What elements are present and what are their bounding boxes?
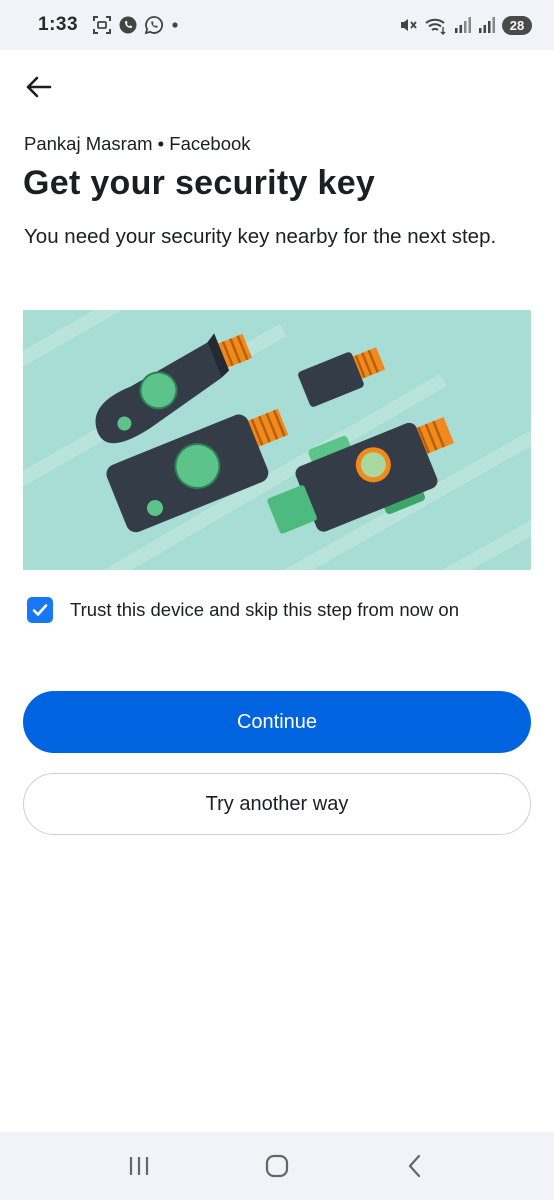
trust-device-label: Trust this device and skip this step fro… xyxy=(70,599,460,620)
trust-device-checkbox[interactable] xyxy=(27,597,53,623)
system-nav-bar xyxy=(0,1132,554,1200)
status-right-icons: 28 xyxy=(398,15,532,35)
wifi-icon xyxy=(425,18,446,35)
status-bar: 1:33 28 xyxy=(0,0,554,50)
dot-icon xyxy=(172,22,178,28)
viber-icon xyxy=(119,16,137,34)
home-button[interactable] xyxy=(257,1146,297,1186)
security-keys-illustration xyxy=(23,310,531,570)
account-line: Pankaj Masram • Facebook xyxy=(24,133,251,154)
system-back-button[interactable] xyxy=(395,1146,435,1186)
recents-button[interactable] xyxy=(119,1146,159,1186)
page-subtitle: You need your security key nearby for th… xyxy=(24,225,497,248)
mute-icon xyxy=(401,19,417,31)
home-icon xyxy=(265,1154,289,1178)
arrow-left-icon xyxy=(26,76,52,98)
screenshot-icon xyxy=(93,16,112,34)
continue-button[interactable]: Continue xyxy=(23,691,531,753)
signal-icon xyxy=(479,17,495,33)
recents-icon xyxy=(129,1157,149,1175)
checkmark-icon xyxy=(32,604,48,616)
whatsapp-icon xyxy=(144,16,164,35)
page-title: Get your security key xyxy=(23,164,376,202)
battery-indicator: 28 xyxy=(502,15,532,35)
security-keys-image xyxy=(23,310,531,570)
back-icon xyxy=(408,1154,421,1178)
back-button[interactable] xyxy=(22,70,56,104)
status-left-icons xyxy=(92,15,180,35)
trust-device-row[interactable]: Trust this device and skip this step fro… xyxy=(27,597,459,623)
status-time: 1:33 xyxy=(38,14,79,35)
signal-icon xyxy=(455,17,471,33)
try-another-way-button[interactable]: Try another way xyxy=(23,773,531,835)
